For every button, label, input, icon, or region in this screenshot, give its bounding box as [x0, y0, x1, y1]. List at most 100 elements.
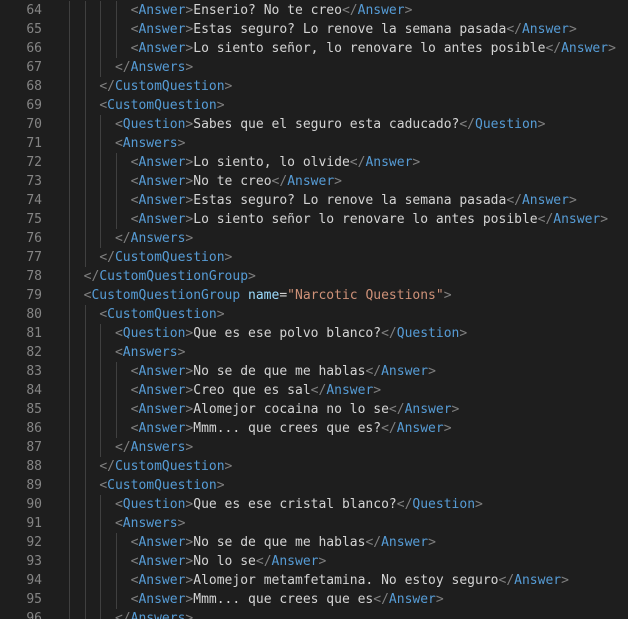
tag-bracket: </	[114, 611, 131, 619]
line-number: 88	[26, 459, 42, 474]
tag-name: Answer	[138, 41, 186, 56]
line-number: 75	[26, 212, 42, 227]
tag-bracket: </	[114, 60, 131, 75]
tag-bracket: <	[99, 98, 108, 113]
tag-bracket: >	[216, 98, 225, 113]
tag-bracket: </	[99, 459, 115, 474]
line-number: 67	[26, 60, 42, 75]
tag-bracket: >	[224, 79, 233, 94]
tag-bracket: >	[459, 326, 468, 341]
code-text: <Answer>Estas seguro? Lo renove la seman…	[68, 191, 577, 210]
code-text: <Answer>No te creo</Answer>	[68, 172, 342, 191]
tag-name: Question	[475, 117, 538, 132]
tag-bracket: >	[428, 535, 436, 550]
tag-name: Answer	[138, 193, 186, 208]
tag-text: Mmm... que crees que es	[193, 592, 374, 607]
line-number: 86	[26, 421, 42, 436]
line-number: 66	[26, 41, 42, 56]
tag-name: Answer	[138, 421, 186, 436]
tag-bracket: </	[388, 402, 405, 417]
tag-bracket: <	[114, 326, 123, 341]
line-number: 69	[26, 98, 42, 113]
tag-bracket: </	[255, 554, 272, 569]
tag-bracket: >	[177, 516, 186, 531]
tag-text: Lo siento señor, lo renovare lo antes po…	[193, 41, 546, 56]
tag-bracket: >	[568, 22, 577, 37]
code-text: <Answers>	[68, 134, 185, 153]
tag-bracket: </	[99, 79, 115, 94]
code-text: <Answer>Creo que es sal</Answer>	[68, 381, 381, 400]
code-text: <CustomQuestion>	[68, 476, 225, 495]
tag-name: Answer	[381, 535, 429, 550]
tag-name: Question	[122, 497, 186, 512]
tag-name: Answer	[561, 41, 609, 56]
line-number: 84	[26, 383, 42, 398]
line-number: 89	[26, 478, 42, 493]
code-text: <CustomQuestionGroup name="Narcotic Ques…	[68, 286, 452, 305]
tag-name: Answers	[130, 440, 186, 455]
tag-bracket: >	[561, 573, 569, 588]
tag-name: Answers	[130, 611, 186, 619]
tag-name: Answer	[388, 592, 436, 607]
tag-name: CustomQuestion	[114, 459, 225, 474]
tag-name: Answer	[553, 212, 601, 227]
tag-bracket: >	[185, 611, 194, 619]
tag-text: Estas seguro? Lo renove la semana pasada	[193, 193, 507, 208]
tag-name: CustomQuestion	[114, 79, 225, 94]
tag-text: Lo siento, lo olvide	[193, 155, 350, 170]
line-number: 81	[26, 326, 42, 341]
tag-bracket: </	[506, 22, 522, 37]
tag-bracket: >	[443, 288, 452, 303]
tag-text: Lo siento señor lo renovare lo antes pos…	[193, 212, 538, 227]
tag-name: Answer	[138, 212, 186, 227]
tag-text: No te creo	[193, 174, 272, 189]
tag-bracket: </	[373, 592, 389, 607]
tag-name: Answer	[138, 592, 186, 607]
tag-name: Answer	[514, 573, 562, 588]
code-text: <Answer>Lo siento señor, lo renovare lo …	[68, 39, 616, 58]
code-text: <Answer>Mmm... que crees que es?</Answer…	[68, 419, 452, 438]
tag-bracket: >	[568, 193, 577, 208]
tag-name: Answer	[271, 554, 319, 569]
tag-bracket: <	[114, 516, 123, 531]
tag-text: Estas seguro? Lo renove la semana pasada	[193, 22, 507, 37]
code-editor[interactable]: 64 <Answer>Enserio? No te creo</Answer> 6…	[0, 0, 628, 619]
attribute-value: "Narcotic Questions"	[287, 288, 444, 303]
tag-name: Answer	[138, 573, 186, 588]
line-number: 91	[26, 516, 42, 531]
tag-name: Answers	[122, 345, 178, 360]
code-text: <Answer>Estas seguro? Lo renove la seman…	[68, 20, 577, 39]
code-text: </Answers>	[68, 609, 193, 619]
tag-bracket: >	[224, 459, 233, 474]
tag-name: Answer	[521, 22, 569, 37]
tag-name: Answer	[138, 402, 186, 417]
tag-name: Question	[122, 117, 186, 132]
tag-bracket: >	[216, 478, 225, 493]
tag-name: Answer	[138, 3, 186, 18]
attribute-name: name	[248, 288, 280, 303]
line-number: 82	[26, 345, 42, 360]
tag-bracket: >	[373, 383, 382, 398]
tag-text: Creo que es sal	[193, 383, 311, 398]
tag-bracket: </	[310, 383, 327, 398]
tag-bracket: >	[451, 402, 460, 417]
tag-name: Answer	[138, 535, 186, 550]
tag-name: Answer	[521, 193, 569, 208]
tag-bracket: <	[114, 117, 123, 132]
tag-text: Mmm... que crees que es?	[193, 421, 382, 436]
code-text: <Answer>Mmm... que crees que es</Answer>	[68, 590, 444, 609]
line-number: 87	[26, 440, 42, 455]
tag-bracket: </	[459, 117, 476, 132]
code-text: <Answer>Lo siento, lo olvide</Answer>	[68, 153, 421, 172]
tag-bracket: >	[177, 136, 186, 151]
tag-name: Answer	[138, 22, 186, 37]
tag-bracket: </	[396, 497, 413, 512]
tag-text: Que es ese cristal blanco?	[193, 497, 397, 512]
tag-bracket: >	[428, 364, 436, 379]
tag-bracket: </	[381, 326, 397, 341]
tag-name: CustomQuestion	[107, 307, 217, 322]
line-number: 95	[26, 592, 42, 607]
code-text: </CustomQuestion>	[68, 77, 232, 96]
tag-bracket: </	[381, 421, 397, 436]
tag-text: No se de que me hablas	[193, 535, 366, 550]
